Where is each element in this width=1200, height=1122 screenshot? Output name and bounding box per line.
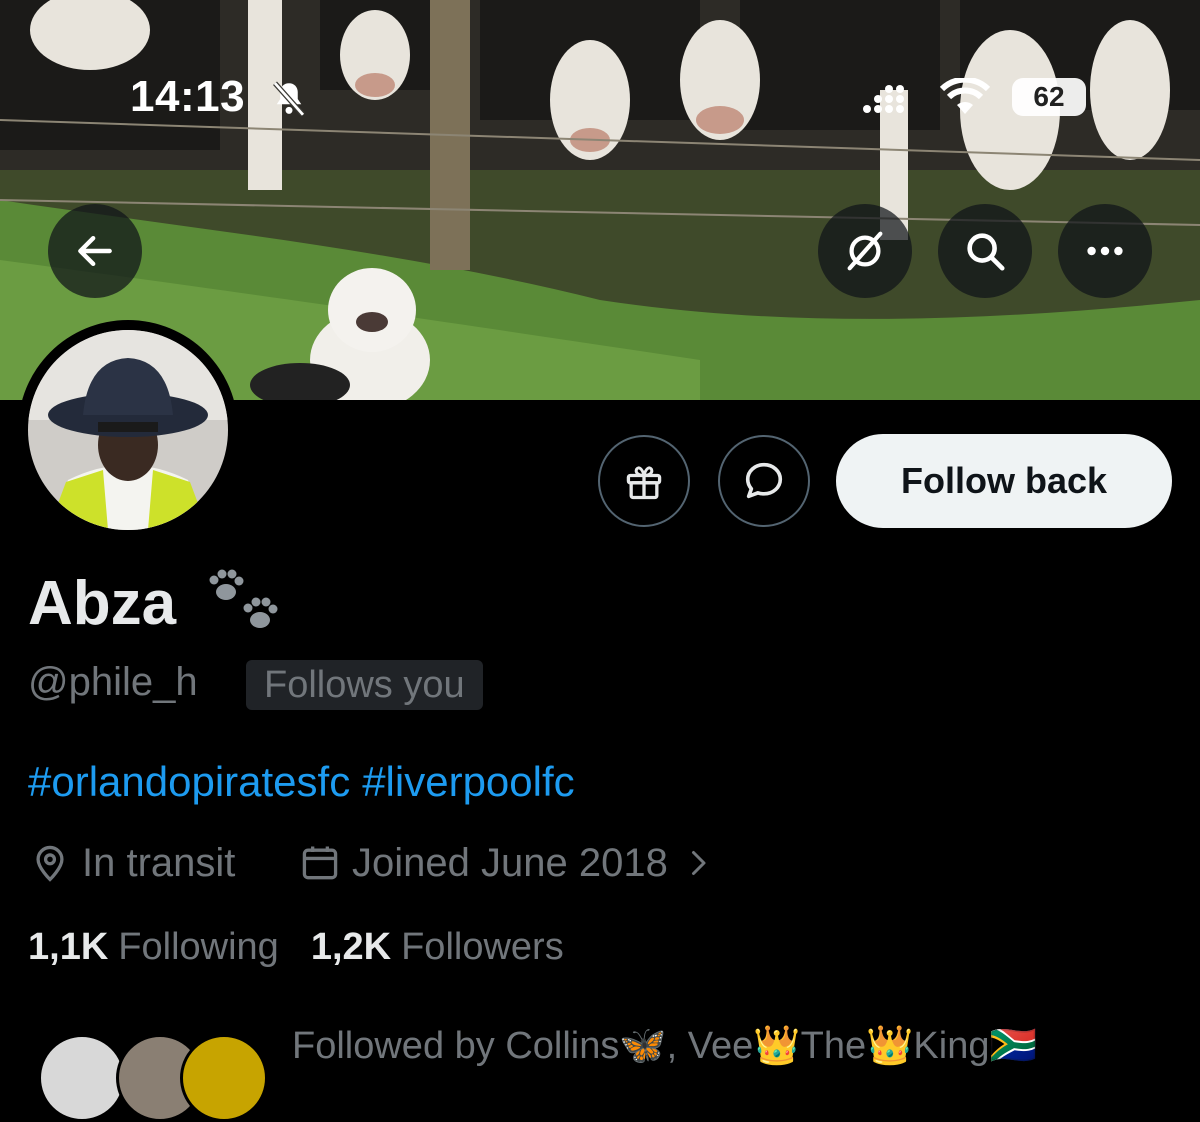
cellular-signal-icon (863, 85, 904, 113)
more-icon (1087, 246, 1123, 256)
gift-icon (626, 466, 662, 500)
followers-label: Followers (401, 926, 564, 968)
back-arrow-icon (78, 235, 112, 267)
message-button[interactable] (718, 435, 810, 527)
profile-name: Abza (28, 569, 177, 638)
status-bar: 14:13 62 (0, 64, 1200, 134)
hashtag-link[interactable]: #liverpoolfc (362, 758, 574, 805)
joined-text: Joined June 2018 (352, 840, 668, 885)
message-icon (745, 462, 783, 499)
follower-avatar (180, 1034, 268, 1122)
follows-you-badge: Follows you (246, 660, 483, 710)
follow-back-button[interactable]: Follow back (836, 434, 1172, 528)
search-button[interactable] (938, 204, 1032, 298)
profile-stats: 1,1K Following 1,2K Followers (28, 926, 596, 969)
wifi-icon (940, 78, 990, 114)
more-options-button[interactable] (1058, 204, 1152, 298)
status-time: 14:13 (130, 72, 246, 121)
hashtag-link[interactable]: #orlandopiratesfc (28, 758, 350, 805)
location-pin-icon (36, 845, 64, 882)
chevron-right-icon (691, 851, 706, 875)
followers-link[interactable]: 1,2K Followers (311, 926, 564, 969)
search-icon (967, 233, 1005, 271)
profile-joined[interactable]: Joined June 2018 (298, 838, 726, 888)
followed-by-row[interactable]: Followed by Collins🦋, Vee👑The👑King🇿🇦 (28, 1020, 1200, 1122)
following-label: Following (118, 926, 279, 968)
battery-indicator: 62 (1012, 78, 1086, 116)
following-count: 1,1K (28, 926, 109, 968)
paw-prints-icon (209, 569, 278, 628)
profile-bio: #orlandopiratesfc #liverpoolfc (28, 758, 587, 806)
following-link[interactable]: 1,1K Following (28, 926, 279, 969)
grok-button[interactable] (818, 204, 912, 298)
profile-avatar[interactable] (18, 320, 238, 540)
follower-avatar (38, 1034, 126, 1122)
location-text: In transit (82, 840, 236, 885)
grok-icon (847, 231, 883, 271)
gift-button[interactable] (598, 435, 690, 527)
followers-count: 1,2K (310, 926, 392, 968)
calendar-icon (302, 846, 338, 880)
bell-muted-icon (273, 81, 305, 117)
avatar-image (28, 330, 228, 530)
profile-handle: @phile_h (28, 660, 198, 704)
followed-by-text: Followed by Collins🦋, Vee👑The👑King🇿🇦 (292, 1025, 1037, 1067)
back-button[interactable] (48, 204, 142, 298)
profile-location: In transit (28, 838, 235, 888)
